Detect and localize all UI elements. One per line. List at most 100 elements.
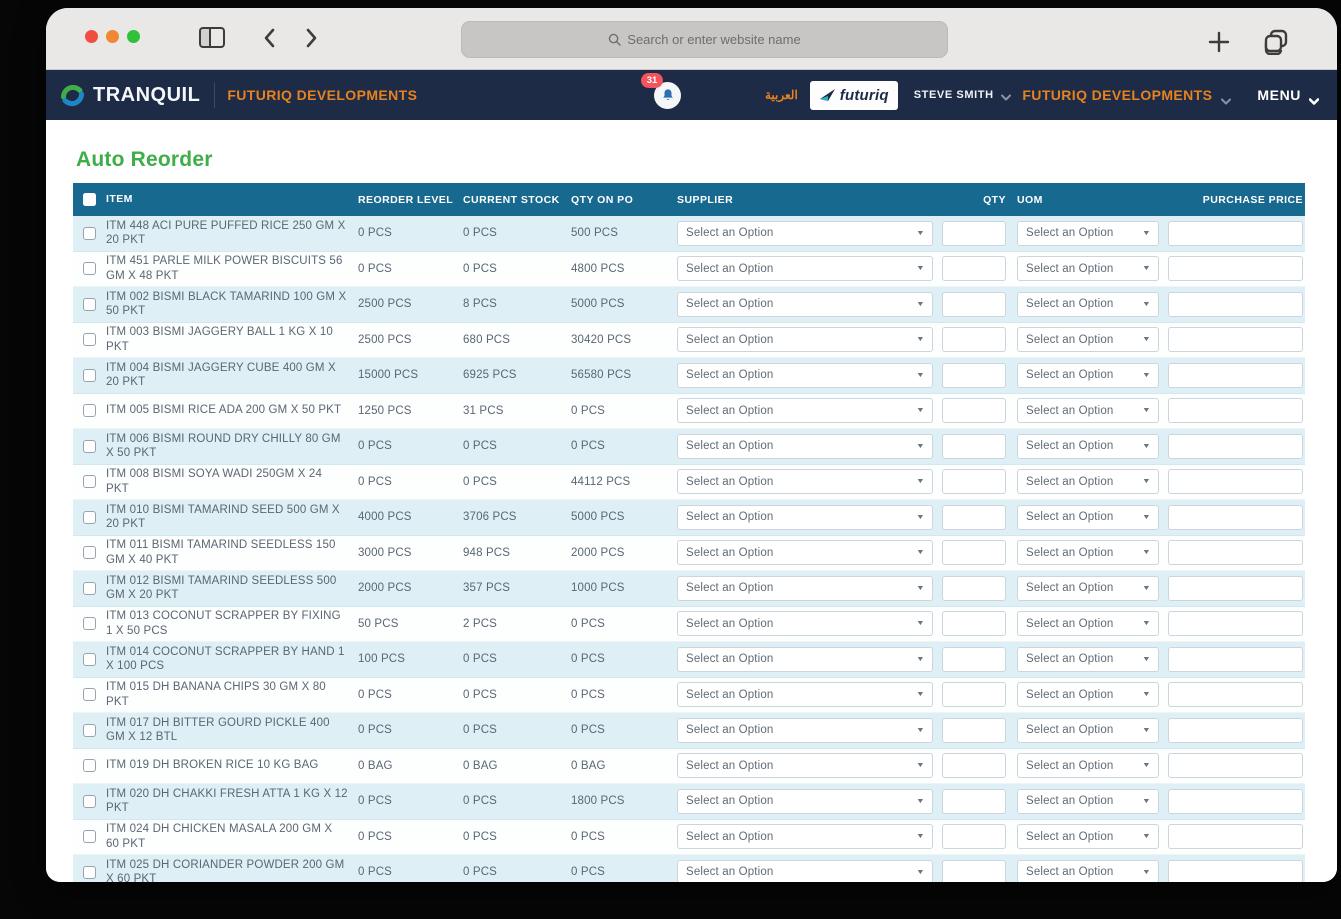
row-checkbox[interactable] xyxy=(83,510,96,524)
uom-select[interactable]: Select an Option ▼ xyxy=(1017,788,1159,814)
purchase-price-input[interactable] xyxy=(1168,256,1303,282)
qty-input[interactable] xyxy=(942,646,1006,672)
supplier-select[interactable]: Select an Option ▼ xyxy=(677,291,933,317)
purchase-price-input[interactable] xyxy=(1168,859,1303,882)
qty-input[interactable] xyxy=(942,859,1006,882)
supplier-select[interactable]: Select an Option ▼ xyxy=(677,611,933,637)
row-checkbox[interactable] xyxy=(83,368,96,382)
qty-input[interactable] xyxy=(942,753,1006,779)
supplier-select[interactable]: Select an Option ▼ xyxy=(677,398,933,424)
purchase-price-input[interactable] xyxy=(1168,433,1303,459)
supplier-select[interactable]: Select an Option ▼ xyxy=(677,469,933,495)
select-all-checkbox[interactable] xyxy=(83,193,96,206)
row-checkbox[interactable] xyxy=(83,759,96,773)
supplier-select[interactable]: Select an Option ▼ xyxy=(677,540,933,566)
supplier-select[interactable]: Select an Option ▼ xyxy=(677,362,933,388)
supplier-select[interactable]: Select an Option ▼ xyxy=(677,717,933,743)
qty-input[interactable] xyxy=(942,540,1006,566)
supplier-select[interactable]: Select an Option ▼ xyxy=(677,327,933,353)
supplier-select[interactable]: Select an Option ▼ xyxy=(677,646,933,672)
qty-input[interactable] xyxy=(942,717,1006,743)
purchase-price-input[interactable] xyxy=(1168,611,1303,637)
uom-select[interactable]: Select an Option ▼ xyxy=(1017,611,1159,637)
row-checkbox[interactable] xyxy=(83,546,96,560)
row-checkbox[interactable] xyxy=(83,617,96,631)
sidebar-toggle-icon[interactable] xyxy=(199,27,225,48)
purchase-price-input[interactable] xyxy=(1168,220,1303,246)
purchase-price-input[interactable] xyxy=(1168,753,1303,779)
company-selector[interactable]: FUTURIQ DEVELOPMENTS xyxy=(1022,87,1232,104)
qty-input[interactable] xyxy=(942,256,1006,282)
uom-select[interactable]: Select an Option ▼ xyxy=(1017,469,1159,495)
row-checkbox[interactable] xyxy=(83,794,96,808)
purchase-price-input[interactable] xyxy=(1168,469,1303,495)
row-checkbox[interactable] xyxy=(83,865,96,879)
row-checkbox[interactable] xyxy=(83,262,96,276)
qty-input[interactable] xyxy=(942,220,1006,246)
language-switch-link[interactable]: العربية xyxy=(765,88,798,102)
qty-input[interactable] xyxy=(942,291,1006,317)
qty-input[interactable] xyxy=(942,504,1006,530)
close-window-button[interactable] xyxy=(85,30,98,43)
uom-select[interactable]: Select an Option ▼ xyxy=(1017,291,1159,317)
uom-select[interactable]: Select an Option ▼ xyxy=(1017,575,1159,601)
row-checkbox[interactable] xyxy=(83,830,96,844)
supplier-select[interactable]: Select an Option ▼ xyxy=(677,575,933,601)
new-tab-button[interactable] xyxy=(1206,29,1232,55)
row-checkbox[interactable] xyxy=(83,475,96,489)
purchase-price-input[interactable] xyxy=(1168,362,1303,388)
minimize-window-button[interactable] xyxy=(106,30,119,43)
uom-select[interactable]: Select an Option ▼ xyxy=(1017,540,1159,566)
purchase-price-input[interactable] xyxy=(1168,646,1303,672)
purchase-price-input[interactable] xyxy=(1168,327,1303,353)
purchase-price-input[interactable] xyxy=(1168,398,1303,424)
qty-input[interactable] xyxy=(942,824,1006,850)
futuriq-logo[interactable]: futuriq xyxy=(809,80,898,110)
purchase-price-input[interactable] xyxy=(1168,824,1303,850)
uom-select[interactable]: Select an Option ▼ xyxy=(1017,220,1159,246)
purchase-price-input[interactable] xyxy=(1168,717,1303,743)
user-menu[interactable]: STEVE SMITH xyxy=(914,89,1011,101)
qty-input[interactable] xyxy=(942,682,1006,708)
row-checkbox[interactable] xyxy=(83,297,96,311)
supplier-select[interactable]: Select an Option ▼ xyxy=(677,682,933,708)
supplier-select[interactable]: Select an Option ▼ xyxy=(677,504,933,530)
back-button[interactable] xyxy=(261,27,279,49)
qty-input[interactable] xyxy=(942,362,1006,388)
row-checkbox[interactable] xyxy=(83,688,96,702)
purchase-price-input[interactable] xyxy=(1168,291,1303,317)
menu-button[interactable]: MENU xyxy=(1257,87,1320,105)
supplier-select[interactable]: Select an Option ▼ xyxy=(677,256,933,282)
row-checkbox[interactable] xyxy=(83,333,96,347)
row-checkbox[interactable] xyxy=(83,723,96,737)
uom-select[interactable]: Select an Option ▼ xyxy=(1017,256,1159,282)
address-search-bar[interactable]: Search or enter website name xyxy=(461,21,948,58)
notifications-button[interactable]: 31 xyxy=(641,72,681,109)
qty-input[interactable] xyxy=(942,398,1006,424)
row-checkbox[interactable] xyxy=(83,439,96,453)
tranquil-brand[interactable]: TRANQUIL xyxy=(59,82,200,109)
supplier-select[interactable]: Select an Option ▼ xyxy=(677,753,933,779)
uom-select[interactable]: Select an Option ▼ xyxy=(1017,646,1159,672)
supplier-select[interactable]: Select an Option ▼ xyxy=(677,859,933,882)
uom-select[interactable]: Select an Option ▼ xyxy=(1017,824,1159,850)
tab-overview-button[interactable] xyxy=(1262,27,1290,56)
supplier-select[interactable]: Select an Option ▼ xyxy=(677,220,933,246)
purchase-price-input[interactable] xyxy=(1168,682,1303,708)
uom-select[interactable]: Select an Option ▼ xyxy=(1017,362,1159,388)
uom-select[interactable]: Select an Option ▼ xyxy=(1017,398,1159,424)
qty-input[interactable] xyxy=(942,575,1006,601)
qty-input[interactable] xyxy=(942,469,1006,495)
uom-select[interactable]: Select an Option ▼ xyxy=(1017,433,1159,459)
row-checkbox[interactable] xyxy=(83,404,96,418)
row-checkbox[interactable] xyxy=(83,226,96,240)
qty-input[interactable] xyxy=(942,611,1006,637)
purchase-price-input[interactable] xyxy=(1168,788,1303,814)
uom-select[interactable]: Select an Option ▼ xyxy=(1017,682,1159,708)
supplier-select[interactable]: Select an Option ▼ xyxy=(677,788,933,814)
forward-button[interactable] xyxy=(302,27,320,49)
row-checkbox[interactable] xyxy=(83,581,96,595)
qty-input[interactable] xyxy=(942,788,1006,814)
uom-select[interactable]: Select an Option ▼ xyxy=(1017,859,1159,882)
purchase-price-input[interactable] xyxy=(1168,504,1303,530)
